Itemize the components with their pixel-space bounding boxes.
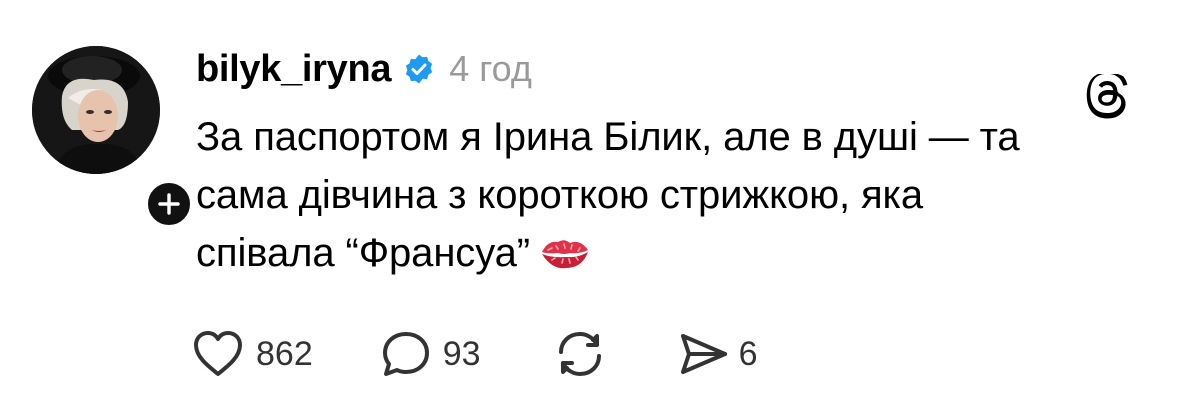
share-button[interactable]: 6	[675, 328, 758, 380]
reply-count: 93	[442, 334, 481, 373]
post-actions: 862 93 6	[190, 326, 757, 382]
avatar-container	[32, 46, 195, 230]
post-text-line: сама дівчина з короткою стрижкою, яка	[196, 173, 923, 217]
reply-button[interactable]: 93	[379, 328, 481, 380]
verified-badge-icon	[403, 53, 435, 85]
like-count: 862	[256, 334, 313, 373]
avatar-image	[32, 46, 160, 174]
username-link[interactable]: bilyk_iryna	[196, 48, 392, 91]
post-text-line-content: співала “Франсуа”	[196, 231, 531, 275]
comment-bubble-icon	[382, 332, 429, 376]
post-time: 4 год	[449, 48, 532, 89]
post-header: bilyk_iryna 4 год	[196, 44, 532, 94]
plus-icon	[158, 193, 180, 215]
repost-icon	[558, 331, 601, 377]
post-text-line: співала “Франсуа”	[196, 224, 1156, 282]
share-count: 6	[738, 334, 758, 373]
kiss-mark-emoji-icon	[540, 232, 590, 272]
heart-icon	[194, 331, 242, 376]
avatar[interactable]	[32, 46, 160, 174]
send-icon	[680, 334, 727, 374]
post-text-line: За паспортом я Ірина Білик, але в душі —…	[196, 115, 1020, 159]
repost-button[interactable]	[553, 328, 607, 380]
follow-button[interactable]	[143, 178, 195, 230]
post-text: За паспортом я Ірина Білик, але в душі —…	[196, 108, 1156, 282]
like-button[interactable]: 862	[190, 328, 313, 380]
